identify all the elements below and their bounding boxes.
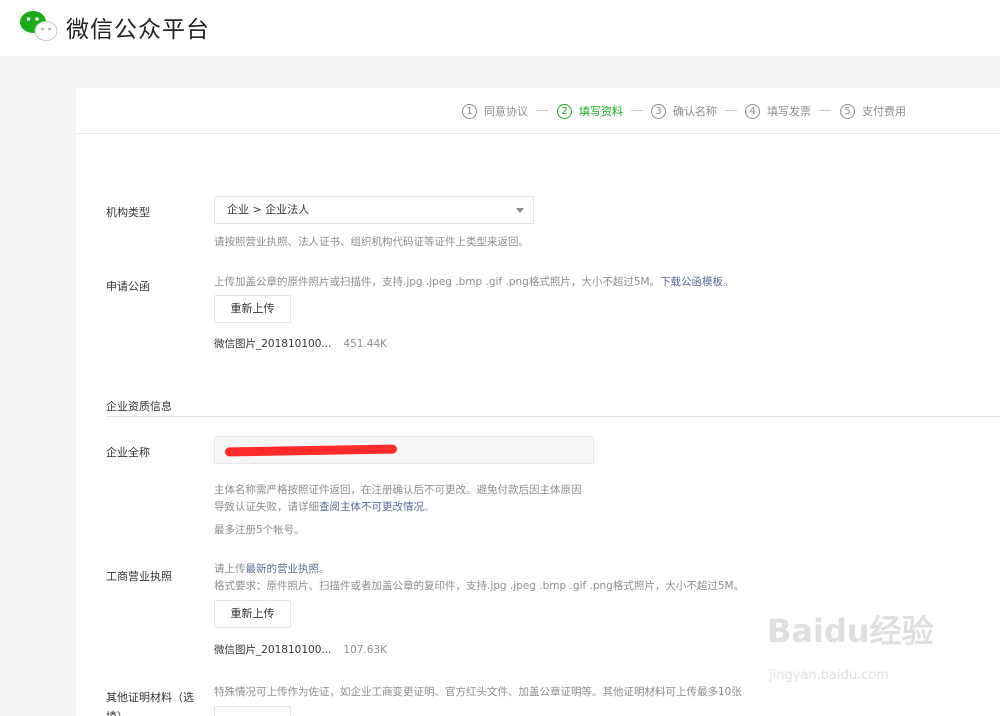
redaction-mark xyxy=(224,444,398,457)
letter-file-info: 微信图片_201810100... 451.44K xyxy=(214,336,387,351)
section-divider xyxy=(106,416,1000,417)
download-template-link[interactable]: 下载公函模板 xyxy=(660,276,723,288)
business-license-label: 工商营业执照 xyxy=(106,570,172,583)
top-bar: 微信公众平台 xyxy=(0,0,1000,56)
company-name-input[interactable] xyxy=(214,436,594,464)
watermark-main: Bai xyxy=(767,612,824,650)
step-payment: 5 支付费用 xyxy=(840,103,906,119)
wechat-logo-icon xyxy=(20,11,58,41)
brand-title: 微信公众平台 xyxy=(66,17,210,43)
step-number: 4 xyxy=(745,103,760,119)
hint-suffix: 。 xyxy=(723,276,734,288)
section-title: 企业资质信息 xyxy=(106,400,172,413)
chevron-down-icon xyxy=(516,208,524,213)
letter-file-name: 微信图片_201810100... xyxy=(214,338,332,350)
hint-prefix: 导致认证失败，请详细 xyxy=(214,501,319,513)
hint-suffix: 。 xyxy=(319,563,330,575)
license-file-size: 107.63K xyxy=(343,644,388,656)
hint-prefix: 请上传 xyxy=(214,563,246,575)
step-number: 1 xyxy=(462,103,477,119)
step-label: 填写发票 xyxy=(767,105,811,118)
baidu-watermark: Baidu经验 jingyan.baidu.com xyxy=(767,606,947,706)
business-license-hint-1: 请上传最新的营业执照。 xyxy=(214,561,330,576)
application-letter-label: 申请公函 xyxy=(106,280,150,293)
step-invoice: 4 填写发票 xyxy=(745,103,811,119)
hint-suffix: 。 xyxy=(424,501,435,513)
watermark-text: Baidu经验 xyxy=(767,606,934,652)
upload-other-docs-button[interactable] xyxy=(214,706,291,716)
view-immutable-link[interactable]: 查阅主体不可更改情况 xyxy=(319,501,424,513)
step-separator xyxy=(819,110,831,111)
step-label: 同意协议 xyxy=(484,105,528,118)
step-number: 2 xyxy=(557,103,572,119)
step-number: 3 xyxy=(651,103,666,119)
step-agree: 1 同意协议 xyxy=(462,103,528,119)
license-file-name: 微信图片_201810100... xyxy=(214,644,332,656)
step-label: 填写资料 xyxy=(579,105,623,118)
watermark-paw: du xyxy=(823,612,870,650)
reupload-letter-button[interactable]: 重新上传 xyxy=(214,295,291,323)
application-letter-hint: 上传加盖公章的原件照片或扫描件，支持.jpg .jpeg .bmp .gif .… xyxy=(214,274,734,289)
step-separator xyxy=(631,110,643,111)
application-letter-hint-text: 上传加盖公章的原件照片或扫描件，支持.jpg .jpeg .bmp .gif .… xyxy=(214,276,661,288)
watermark-cn: 经验 xyxy=(869,612,934,650)
org-type-value: 企业 > 企业法人 xyxy=(227,203,310,216)
reupload-license-button[interactable]: 重新上传 xyxy=(214,600,291,628)
step-number: 5 xyxy=(840,103,855,119)
business-license-hint-2: 格式要求：原件照片、扫描件或者加盖公章的复印件，支持.jpg .jpeg .bm… xyxy=(214,580,745,592)
other-docs-label-line2: 填） xyxy=(106,707,194,716)
latest-license-link[interactable]: 最新的营业执照 xyxy=(246,563,320,575)
company-name-hint-3: 最多注册5个帐号。 xyxy=(214,524,305,536)
company-name-hint-2: 导致认证失败，请详细查阅主体不可更改情况。 xyxy=(214,499,435,514)
step-label: 确认名称 xyxy=(673,105,717,118)
step-label: 支付费用 xyxy=(862,105,906,118)
watermark-url: jingyan.baidu.com xyxy=(769,668,889,683)
step-fill-info: 2 填写资料 xyxy=(557,103,623,119)
other-docs-label-line1: 其他证明材料（选 xyxy=(106,691,194,704)
other-docs-label: 其他证明材料（选 填） xyxy=(106,688,194,716)
other-docs-hint: 特殊情况可上传作为佐证，如企业工商变更证明、官方红头文件、加盖公章证明等。其他证… xyxy=(214,686,742,698)
company-name-hint-1: 主体名称需严格按照证件返回，在注册确认后不可更改。避免付款后因主体原因 xyxy=(214,484,582,496)
org-type-label: 机构类型 xyxy=(106,206,150,219)
step-separator xyxy=(536,110,548,111)
step-confirm-name: 3 确认名称 xyxy=(651,103,717,119)
step-indicator: 1 同意协议 2 填写资料 3 确认名称 4 填写发票 5 支付费用 xyxy=(76,88,1000,134)
org-type-select[interactable]: 企业 > 企业法人 xyxy=(214,196,534,224)
org-type-hint: 请按照营业执照、法人证书、组织机构代码证等证件上类型来返回。 xyxy=(214,236,529,248)
license-file-info: 微信图片_201810100... 107.63K xyxy=(214,642,387,657)
company-name-label: 企业全称 xyxy=(106,446,150,459)
letter-file-size: 451.44K xyxy=(343,338,388,350)
step-separator xyxy=(725,110,737,111)
